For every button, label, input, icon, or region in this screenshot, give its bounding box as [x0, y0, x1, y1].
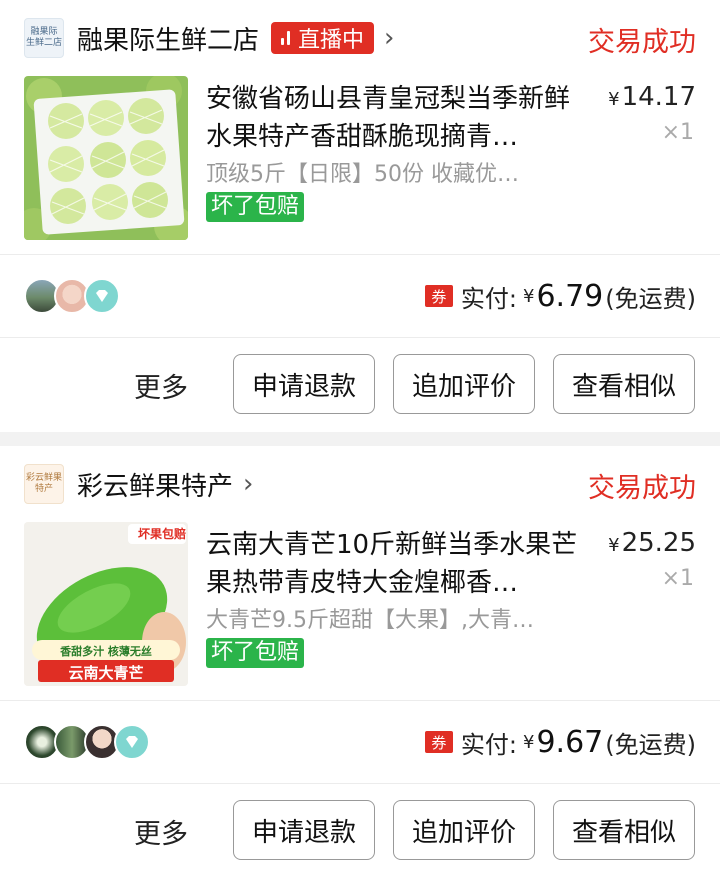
- paid-label: 实付:: [460, 730, 518, 759]
- paid-currency: ¥: [523, 285, 535, 307]
- request-refund-button[interactable]: 申请退款: [233, 354, 375, 414]
- paid-summary: 券 实付: ¥ 9.67 (免运费): [424, 701, 696, 783]
- product-quantity: ×1: [661, 120, 694, 145]
- add-review-button[interactable]: 追加评价: [393, 354, 535, 414]
- coupon-icon: 券: [424, 285, 453, 307]
- shipping-note: (免运费): [605, 730, 696, 759]
- add-review-button[interactable]: 追加评价: [393, 800, 535, 860]
- more-button[interactable]: 更多: [134, 812, 188, 851]
- price-value: 14.17: [621, 82, 696, 112]
- shop-header[interactable]: 融果际 生鲜二店 融果际生鲜二店 直播中 › 交易成功: [0, 0, 720, 76]
- product-quantity: ×1: [661, 566, 694, 591]
- coupon-icon: 券: [424, 731, 453, 753]
- product-spec: 大青芒9.5斤超甜【大果】,大青…: [206, 608, 534, 633]
- paid-amount: 9.67: [536, 724, 604, 760]
- shop-name[interactable]: 融果际生鲜二店: [77, 20, 259, 57]
- product-row[interactable]: 坏果包赔 香甜多汁 核薄无丝 云南大青芒 云南大青芒10斤新鲜当季水果芒果热带青…: [0, 522, 720, 700]
- avatar: [114, 724, 150, 760]
- image-main-text: 云南大青芒: [68, 664, 144, 682]
- avatar-group[interactable]: [24, 278, 120, 314]
- paid-amount: 6.79: [536, 278, 604, 314]
- guarantee-tag: 坏了包赔: [206, 192, 305, 222]
- order-actions: 更多 申请退款 追加评价 查看相似: [0, 338, 720, 432]
- product-row[interactable]: 安徽省砀山县青皇冠梨当季新鲜水果特产香甜酥脆现摘青… ¥14.17 ×1 顶级5…: [0, 76, 720, 254]
- view-similar-button[interactable]: 查看相似: [553, 354, 695, 414]
- order-actions: 更多 申请退款 追加评价 查看相似: [0, 784, 720, 878]
- view-similar-button[interactable]: 查看相似: [553, 800, 695, 860]
- order-card: 融果际 生鲜二店 融果际生鲜二店 直播中 › 交易成功 安徽省砀山县青皇冠梨当季…: [0, 0, 720, 432]
- more-button[interactable]: 更多: [134, 366, 188, 405]
- product-image[interactable]: [24, 76, 188, 240]
- shop-logo: 融果际 生鲜二店: [24, 18, 64, 58]
- paid-summary: 券 实付: ¥ 6.79 (免运费): [424, 255, 696, 337]
- shop-logo: 彩云鲜果 特产: [24, 464, 64, 504]
- diamond-icon: [96, 290, 108, 302]
- payment-row: 券 实付: ¥ 6.79 (免运费): [0, 255, 720, 337]
- chevron-right-icon[interactable]: ›: [384, 23, 394, 53]
- order-card: 彩云鲜果 特产 彩云鲜果特产 › 交易成功 坏果包赔 香甜多汁 核薄无丝 云南大…: [0, 446, 720, 878]
- price-value: 25.25: [621, 528, 696, 558]
- chevron-right-icon[interactable]: ›: [243, 469, 253, 499]
- product-title[interactable]: 云南大青芒10斤新鲜当季水果芒果热带青皮特大金煌椰香…: [206, 526, 586, 602]
- order-status: 交易成功: [588, 27, 696, 58]
- order-status: 交易成功: [588, 473, 696, 504]
- avatar-group[interactable]: [24, 724, 150, 760]
- image-sub-text: 香甜多汁 核薄无丝: [60, 645, 152, 658]
- guarantee-tag: 坏了包赔: [206, 638, 305, 668]
- paid-currency: ¥: [523, 731, 535, 753]
- product-spec: 顶级5斤【日限】50份 收藏优…: [206, 162, 519, 187]
- live-badge[interactable]: 直播中: [271, 22, 375, 54]
- shop-name[interactable]: 彩云鲜果特产: [77, 466, 233, 503]
- product-price: ¥25.25: [608, 528, 696, 558]
- image-corner-text: 坏果包赔: [137, 527, 186, 541]
- product-title[interactable]: 安徽省砀山县青皇冠梨当季新鲜水果特产香甜酥脆现摘青…: [206, 80, 586, 156]
- currency-symbol: ¥: [608, 535, 620, 556]
- live-bars-icon: [281, 31, 291, 45]
- shipping-note: (免运费): [605, 284, 696, 313]
- currency-symbol: ¥: [608, 89, 620, 110]
- payment-row: 券 实付: ¥ 9.67 (免运费): [0, 701, 720, 783]
- green-pear-box-photo-icon: [24, 76, 188, 240]
- avatar: [84, 278, 120, 314]
- product-price: ¥14.17: [608, 82, 696, 112]
- live-label: 直播中: [298, 28, 365, 53]
- product-image[interactable]: 坏果包赔 香甜多汁 核薄无丝 云南大青芒: [24, 522, 188, 686]
- shop-header[interactable]: 彩云鲜果 特产 彩云鲜果特产 › 交易成功: [0, 446, 720, 522]
- paid-label: 实付:: [460, 284, 518, 313]
- request-refund-button[interactable]: 申请退款: [233, 800, 375, 860]
- diamond-icon: [126, 736, 138, 748]
